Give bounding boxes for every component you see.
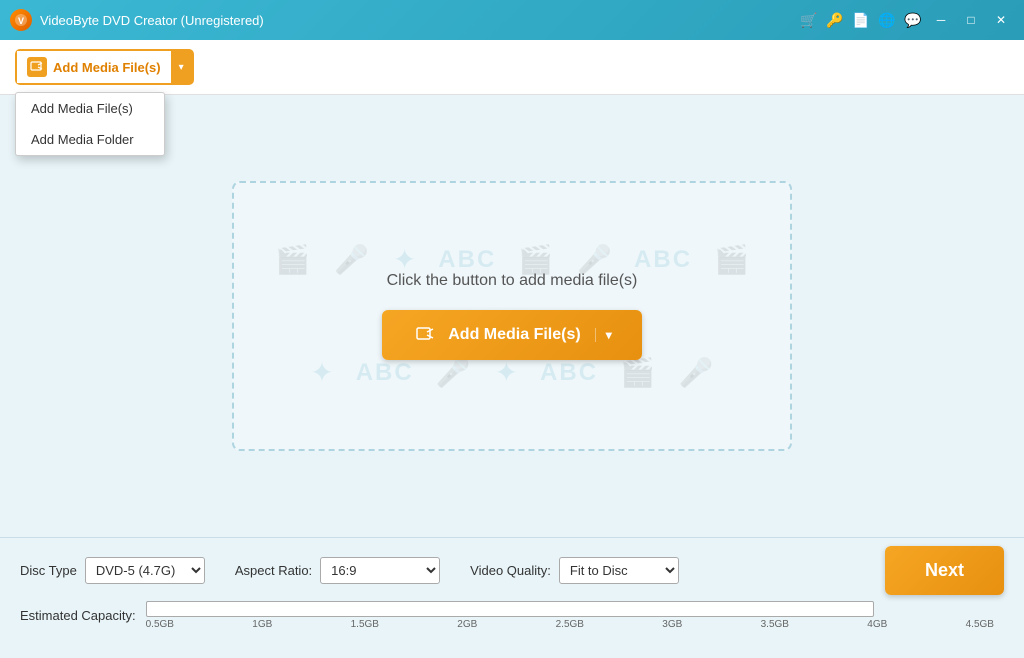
app-logo: V	[10, 9, 32, 31]
center-add-icon	[412, 322, 438, 348]
app-title: VideoByte DVD Creator (Unregistered)	[40, 13, 264, 28]
close-button[interactable]: ✕	[988, 7, 1014, 33]
tick-4.5gb: 4.5GB	[966, 619, 994, 630]
footer-capacity-row: Estimated Capacity: 0.5GB 1GB 1.5GB 2GB …	[20, 601, 1004, 650]
title-bar-left: V VideoByte DVD Creator (Unregistered)	[10, 9, 264, 31]
dropdown-add-folder[interactable]: Add Media Folder	[16, 124, 164, 155]
center-add-media-button[interactable]: Add Media File(s) ▾	[382, 310, 641, 360]
add-media-label: Add Media File(s)	[53, 60, 161, 75]
video-quality-label: Video Quality:	[470, 563, 551, 578]
aspect-ratio-label: Aspect Ratio:	[235, 563, 312, 578]
chat-icon[interactable]: 💬	[902, 9, 924, 31]
globe-icon[interactable]: 🌐	[876, 9, 898, 31]
tick-3.5gb: 3.5GB	[761, 619, 789, 630]
key-icon[interactable]: 🔑	[824, 9, 846, 31]
add-media-button[interactable]: Add Media File(s) ▾	[15, 49, 194, 85]
drop-zone[interactable]: 🎬 🎤 ✦ ABC 🎬 🎤 ABC 🎬 ✦ ABC 🎤 ✦ ABC 🎬 🎤 Cl…	[232, 181, 792, 451]
tick-0.5gb: 0.5GB	[146, 619, 174, 630]
add-media-main-button[interactable]: Add Media File(s)	[17, 51, 171, 83]
drop-zone-text: Click the button to add media file(s)	[387, 272, 638, 290]
dropdown-arrow-icon: ▾	[179, 62, 184, 73]
disc-type-select[interactable]: DVD-5 (4.7G) DVD-9 (8.5G)	[85, 557, 205, 584]
title-bar: V VideoByte DVD Creator (Unregistered) 🛒…	[0, 0, 1024, 40]
add-media-icon	[27, 57, 47, 77]
cart-icon[interactable]: 🛒	[798, 9, 820, 31]
center-add-label: Add Media File(s)	[448, 326, 580, 344]
tick-2.5gb: 2.5GB	[556, 619, 584, 630]
tick-3gb: 3GB	[662, 619, 682, 630]
tick-1gb: 1GB	[252, 619, 272, 630]
center-dropdown-icon: ▾	[595, 328, 612, 342]
video-quality-select[interactable]: Fit to Disc High Medium Low	[559, 557, 679, 584]
svg-text:V: V	[18, 16, 24, 26]
main-content: 🎬 🎤 ✦ ABC 🎬 🎤 ABC 🎬 ✦ ABC 🎤 ✦ ABC 🎬 🎤 Cl…	[0, 95, 1024, 537]
tick-4gb: 4GB	[867, 619, 887, 630]
aspect-ratio-select[interactable]: 16:9 4:3	[320, 557, 440, 584]
estimated-capacity-label: Estimated Capacity:	[20, 608, 136, 623]
tick-1.5gb: 1.5GB	[351, 619, 379, 630]
capacity-bar	[146, 601, 874, 617]
footer: Disc Type DVD-5 (4.7G) DVD-9 (8.5G) Aspe…	[0, 537, 1024, 658]
disc-type-label: Disc Type	[20, 563, 77, 578]
add-media-dropdown-menu: Add Media File(s) Add Media Folder	[15, 92, 165, 156]
next-button[interactable]: Next	[885, 546, 1004, 595]
add-media-dropdown-button[interactable]: ▾	[171, 51, 192, 83]
minimize-button[interactable]: ─	[928, 7, 954, 33]
title-bar-controls: 🛒 🔑 📄 🌐 💬 ─ □ ✕	[798, 7, 1014, 33]
maximize-button[interactable]: □	[958, 7, 984, 33]
toolbar: Add Media File(s) ▾ Add Media File(s) Ad…	[0, 40, 1024, 95]
capacity-row: Estimated Capacity: 0.5GB 1GB 1.5GB 2GB …	[20, 601, 1004, 630]
aspect-ratio-field: Aspect Ratio: 16:9 4:3	[235, 557, 440, 584]
document-icon[interactable]: 📄	[850, 9, 872, 31]
footer-settings-row: Disc Type DVD-5 (4.7G) DVD-9 (8.5G) Aspe…	[20, 546, 1004, 595]
disc-type-field: Disc Type DVD-5 (4.7G) DVD-9 (8.5G)	[20, 557, 205, 584]
tick-2gb: 2GB	[457, 619, 477, 630]
video-quality-field: Video Quality: Fit to Disc High Medium L…	[470, 557, 679, 584]
dropdown-add-files[interactable]: Add Media File(s)	[16, 93, 164, 124]
